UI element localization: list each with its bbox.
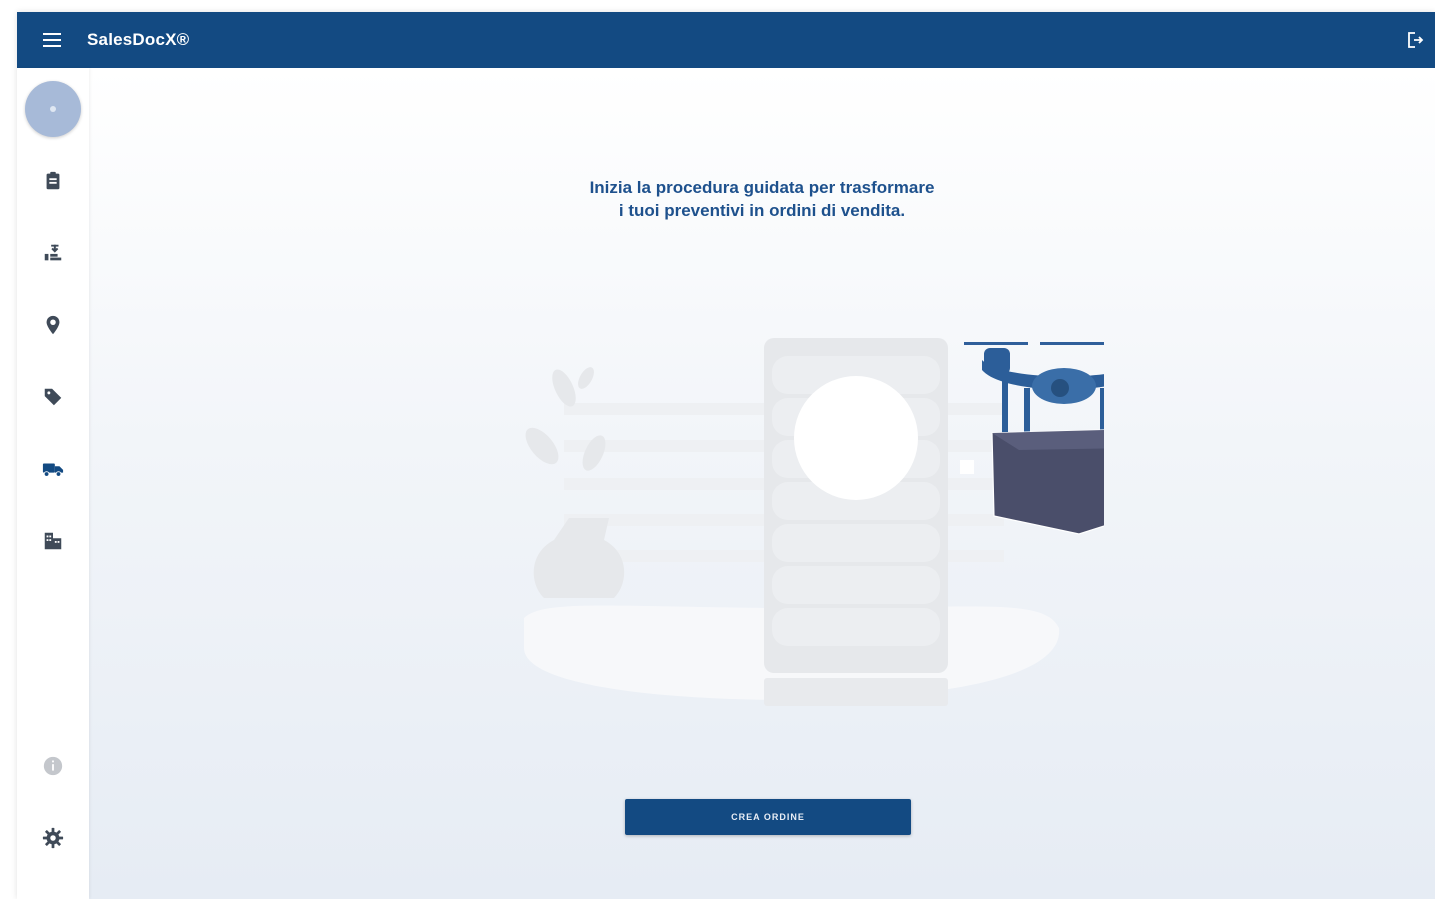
sidebar-item-settings[interactable] (25, 810, 81, 866)
page-headline: Inizia la procedura guidata per trasform… (89, 176, 1435, 222)
truck-icon (42, 463, 64, 477)
sidebar-item-quotes[interactable] (25, 153, 81, 209)
building-icon (44, 532, 62, 550)
headline-line-2: i tuoi preventivi in ordini di vendita. (618, 201, 906, 220)
avatar-icon (50, 106, 56, 112)
top-bar: SalesDocX® (17, 12, 1435, 68)
sidebar-item-company[interactable] (25, 513, 81, 569)
hamburger-icon (43, 33, 61, 47)
headline-line-1: Inizia la procedura guidata per trasform… (589, 178, 935, 197)
sidebar-item-shipping[interactable] (25, 441, 81, 497)
app-title: SalesDocX® (87, 30, 190, 49)
user-avatar[interactable] (25, 81, 81, 137)
gear-icon (42, 827, 64, 849)
menu-button[interactable] (17, 12, 87, 68)
decor-square (960, 460, 974, 474)
document-stack (764, 338, 948, 706)
logout-icon (1408, 32, 1424, 48)
main-content: Inizia la procedura guidata per trasform… (89, 68, 1435, 899)
logout-button[interactable] (1395, 12, 1435, 68)
drone-graphic (964, 342, 1104, 535)
info-icon (43, 756, 63, 776)
sidebar-item-info[interactable] (25, 738, 81, 794)
sidebar-item-orders[interactable] (25, 225, 81, 281)
sidebar (17, 68, 89, 899)
drone-delivery-illustration (524, 338, 1104, 706)
tag-icon (44, 388, 62, 406)
create-order-button[interactable]: CREA ORDINE (625, 799, 911, 835)
sidebar-item-locations[interactable] (25, 297, 81, 353)
order-flow-icon (44, 244, 62, 261)
sidebar-item-prices[interactable] (25, 369, 81, 425)
app-window: SalesDocX® Inizia la procedura guidata p… (17, 12, 1435, 899)
clipboard-icon (46, 171, 60, 190)
location-pin-icon (46, 315, 60, 335)
